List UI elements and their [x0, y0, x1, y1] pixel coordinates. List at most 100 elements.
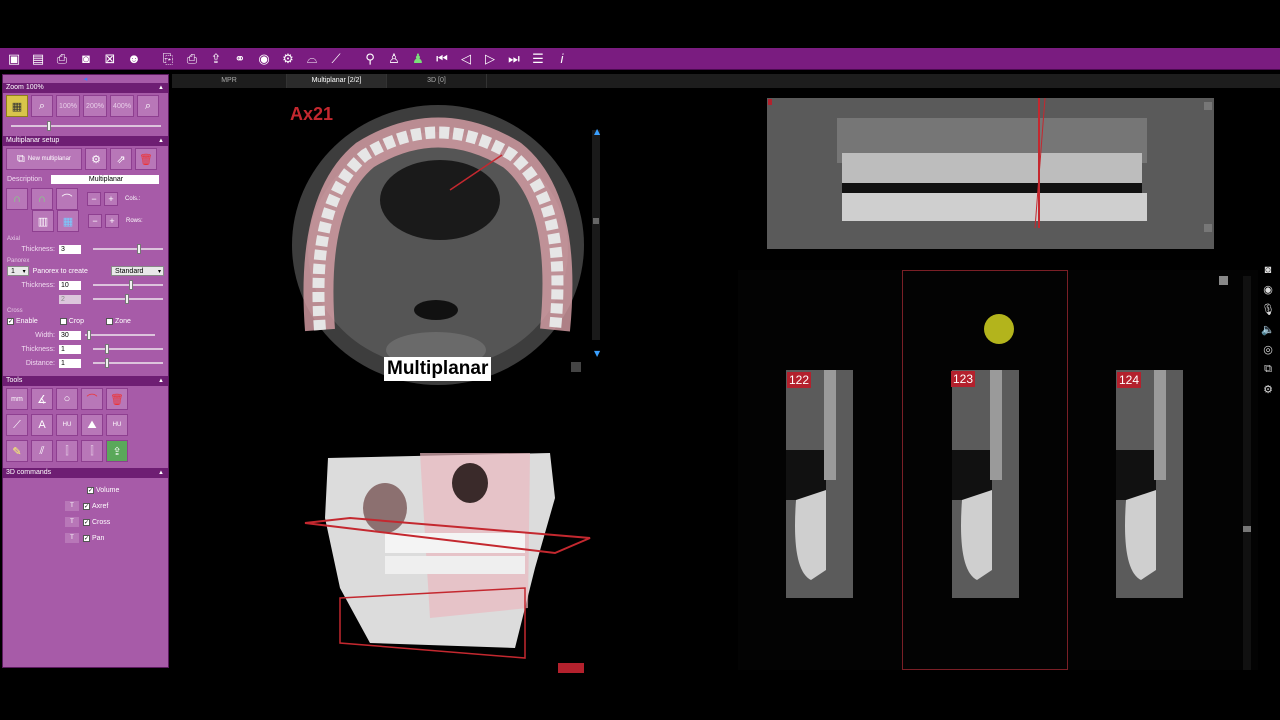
arch-auto-button[interactable]: ∩ — [31, 188, 53, 210]
zoom-100-button[interactable]: 100% — [56, 95, 80, 117]
axial-thickness-slider[interactable] — [93, 244, 163, 254]
cross-thickness-input[interactable]: 1 — [59, 344, 81, 354]
slider-knob[interactable] — [125, 294, 129, 304]
circle-button[interactable]: ○ — [56, 388, 78, 410]
measure-mm-button[interactable]: mm — [6, 388, 28, 410]
spline-button[interactable]: ⌒ — [56, 188, 78, 210]
cross-distance-slider[interactable] — [93, 358, 163, 368]
text-button[interactable]: A — [31, 414, 53, 436]
rows-plus-button[interactable]: + — [105, 214, 119, 228]
slider-knob[interactable] — [137, 244, 141, 254]
angle-button[interactable]: ∡ — [31, 388, 53, 410]
volume-checkbox[interactable]: ✓ Volume — [87, 486, 119, 494]
hu-point-button[interactable]: HU — [56, 414, 78, 436]
print-icon[interactable]: ⎙ — [52, 50, 72, 68]
magnifier-button[interactable]: ⌕ — [31, 95, 53, 117]
line-button[interactable]: ⟋ — [6, 414, 28, 436]
select-zoom-button[interactable]: ▦ — [6, 95, 28, 117]
pan-checkbox[interactable]: ✓ Pan — [83, 534, 104, 542]
section-124[interactable] — [1116, 370, 1183, 598]
panoramic-viewport[interactable] — [767, 98, 1214, 249]
nerve-button[interactable]: ⫿ — [56, 440, 78, 462]
zoom-slider[interactable] — [11, 121, 161, 131]
record-icon[interactable]: ◉ — [1263, 283, 1273, 296]
eye-icon[interactable]: ◉ — [254, 50, 274, 68]
sections-scrollbar[interactable] — [1243, 276, 1251, 670]
arch-curve-button[interactable]: ∩ — [6, 188, 28, 210]
rows-minus-button[interactable]: − — [88, 214, 102, 228]
hu-profile-button[interactable]: ⛰ — [81, 414, 103, 436]
target-icon[interactable]: ◎ — [1263, 343, 1273, 356]
description-input[interactable]: Multiplanar — [51, 174, 159, 184]
crown-icon[interactable]: ♙ — [384, 50, 404, 68]
zone-checkbox[interactable]: Zone — [105, 317, 131, 325]
pen-button[interactable]: ✎ — [6, 440, 28, 462]
print-preview-icon[interactable]: ⎘ — [158, 50, 178, 68]
cross-width-slider[interactable] — [85, 330, 155, 340]
sections-scroll-thumb[interactable] — [1243, 526, 1251, 532]
tab-multiplanar[interactable]: Multiplanar [2/2] — [287, 74, 387, 88]
zoom-200-button[interactable]: 200% — [83, 95, 107, 117]
gear-icon[interactable]: ⚙ — [1263, 383, 1273, 396]
slider-knob[interactable] — [105, 358, 109, 368]
cols-minus-button[interactable]: − — [87, 192, 101, 206]
enable-checkbox[interactable]: ✓ Enable — [7, 317, 38, 325]
axial-thickness-input[interactable]: 3 — [59, 244, 81, 254]
axref-text-button[interactable]: T — [65, 501, 79, 511]
zoom-400-button[interactable]: 400% — [110, 95, 134, 117]
info-icon[interactable]: i — [552, 50, 572, 68]
axial-viewport[interactable]: ▲ ▼ Ax21 Multiplanar — [290, 100, 610, 390]
cols-plus-button[interactable]: + — [104, 192, 118, 206]
panorex-icon[interactable]: ⌓ — [302, 50, 322, 68]
curve-button[interactable]: ⌒ — [81, 388, 103, 410]
tab-mpr[interactable]: MPR — [172, 74, 287, 88]
panorex-thickness-slider[interactable] — [93, 280, 163, 290]
user-settings-icon[interactable]: ☻ — [124, 50, 144, 68]
section-123[interactable] — [952, 370, 1019, 598]
list-icon[interactable]: ☰ — [528, 50, 548, 68]
save-all-icon[interactable]: ▤ — [28, 50, 48, 68]
section-122[interactable] — [786, 370, 853, 598]
zoom-section-header[interactable]: Zoom 100% ▲ — [3, 83, 168, 93]
export-tool-button[interactable]: ⇪ — [106, 440, 128, 462]
export-icon[interactable]: ⇪ — [206, 50, 226, 68]
panorex-thickness-input[interactable]: 10 — [59, 280, 81, 290]
measure-icon[interactable]: ⟋ — [326, 50, 346, 68]
camera-icon[interactable]: ◙ — [76, 50, 96, 68]
zoom-slider-knob[interactable] — [47, 121, 51, 131]
tab-3d[interactable]: 3D [0] — [387, 74, 487, 88]
view-layout-button[interactable]: ▥ — [32, 210, 54, 232]
implant-tool-button[interactable]: ⫽ — [31, 440, 53, 462]
hu-area-button[interactable]: HU — [106, 414, 128, 436]
cross-width-input[interactable]: 30 — [59, 330, 81, 340]
speaker-icon[interactable]: 🔈 — [1261, 323, 1275, 336]
zoom-fit-button[interactable]: ⌕ — [137, 95, 159, 117]
camera-icon[interactable]: ◙ — [1265, 264, 1272, 276]
last-icon[interactable]: ⏭ — [504, 50, 524, 68]
cross-checkbox[interactable]: ✓ Cross — [83, 518, 110, 526]
tooth-icon[interactable]: ⚲ — [360, 50, 380, 68]
crown-tool-button[interactable]: ⫿ — [81, 440, 103, 462]
export-multiplanar-button[interactable]: ⇗ — [110, 148, 132, 170]
pan-text-button[interactable]: T — [65, 533, 79, 543]
new-multiplanar-button[interactable]: ⧉ New multiplanar — [6, 148, 82, 170]
cross-distance-input[interactable]: 1 — [59, 358, 81, 368]
maximize-icon[interactable] — [1219, 276, 1228, 285]
cross-text-button[interactable]: T — [65, 517, 79, 527]
multiplanar-setup-header[interactable]: Multiplanar setup ▲ — [3, 136, 168, 146]
prev-icon[interactable]: ◁ — [456, 50, 476, 68]
delete-tools-button[interactable]: 🗑 — [106, 388, 128, 410]
close-window-icon[interactable]: ⊠ — [100, 50, 120, 68]
microphone-icon[interactable]: 🎙 — [1261, 303, 1275, 316]
collapse-arrow-icon[interactable]: ◂ — [3, 75, 168, 83]
axref-checkbox[interactable]: ✓ Axref — [83, 502, 108, 510]
copy-icon[interactable]: ⧉ — [1264, 363, 1272, 376]
network-icon[interactable]: ⚭ — [230, 50, 250, 68]
view-color-button[interactable]: ▦ — [57, 210, 79, 232]
commands-3d-header[interactable]: 3D commands ▲ — [3, 468, 168, 478]
slider-knob[interactable] — [129, 280, 133, 290]
panorex-count-select[interactable]: 1 — [7, 266, 29, 277]
crop-checkbox[interactable]: Crop — [59, 317, 84, 325]
tools-section-header[interactable]: Tools ▲ — [3, 376, 168, 386]
volume-3d-viewport[interactable] — [300, 408, 600, 673]
